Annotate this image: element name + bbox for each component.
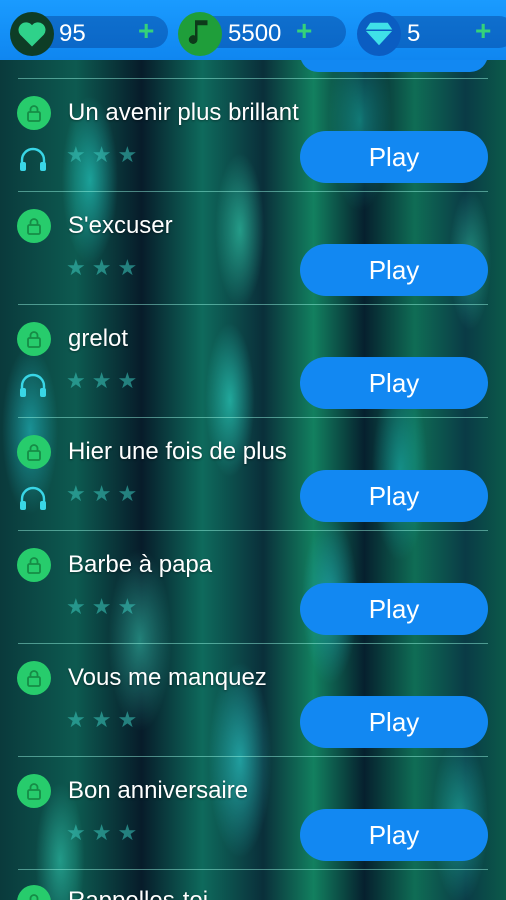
play-button[interactable]: Play (300, 357, 488, 409)
star-rating: ★ ★ ★ (66, 822, 137, 844)
song-list: Un avenir plus brillant ★ ★ ★ Play S'excus… (0, 78, 506, 869)
lock-icon (17, 435, 51, 469)
star-rating: ★ ★ ★ (66, 709, 137, 731)
play-button[interactable]: Play (300, 244, 488, 296)
star-icon: ★ (91, 820, 112, 845)
song-title: Rappelles-toi (68, 887, 208, 900)
song-row: Bon anniversaire ★ ★ ★ Play (0, 756, 506, 869)
gems-counter: 5 + (357, 12, 506, 56)
star-icon: ★ (91, 707, 112, 732)
song-title: S'excuser (68, 212, 173, 239)
star-icon: ★ (66, 481, 86, 506)
star-rating: ★ ★ ★ (66, 596, 137, 618)
heart-icon (10, 12, 54, 56)
play-button[interactable]: Play (300, 809, 488, 861)
song-row: S'excuser ★ ★ ★ Play (0, 191, 506, 304)
gems-value: 5 (407, 20, 421, 47)
headphone-icon (20, 486, 46, 510)
star-icon: ★ (66, 820, 86, 845)
song-row: grelot ★ ★ ★ Play (0, 304, 506, 417)
add-notes-button[interactable]: + (296, 15, 312, 47)
star-icon: ★ (91, 142, 112, 167)
headphone-icon (20, 373, 46, 397)
song-row-partial: Rappelles-toi (0, 869, 506, 900)
hearts-counter: 95 + (10, 12, 168, 56)
star-icon: ★ (91, 594, 112, 619)
song-title: grelot (68, 325, 129, 352)
star-icon: ★ (91, 255, 112, 280)
music-note-icon (178, 12, 222, 56)
song-row: Vous me manquez ★ ★ ★ Play (0, 643, 506, 756)
star-rating: ★ ★ ★ (66, 257, 137, 279)
play-button[interactable]: Play (300, 583, 488, 635)
song-title: Un avenir plus brillant (68, 99, 299, 126)
lock-icon (17, 661, 51, 695)
star-icon: ★ (66, 594, 86, 619)
lock-icon (17, 96, 51, 130)
add-gems-button[interactable]: + (475, 15, 491, 47)
song-row: Hier une fois de plus ★ ★ ★ Play (0, 417, 506, 530)
lock-icon (17, 774, 51, 808)
song-title: Hier une fois de plus (68, 438, 287, 465)
notes-counter: 5500 + (178, 12, 346, 56)
star-icon: ★ (66, 707, 86, 732)
star-rating: ★ ★ ★ (66, 144, 137, 166)
star-icon: ★ (91, 368, 112, 393)
notes-value: 5500 (228, 20, 282, 47)
star-icon: ★ (66, 255, 86, 280)
hearts-value: 95 (59, 20, 86, 47)
star-rating: ★ ★ ★ (66, 370, 137, 392)
star-icon: ★ (117, 481, 138, 506)
play-button[interactable]: Play (300, 470, 488, 522)
star-icon: ★ (117, 707, 138, 732)
diamond-icon (357, 12, 401, 56)
star-icon: ★ (66, 142, 86, 167)
star-icon: ★ (91, 481, 112, 506)
song-title: Barbe à papa (68, 551, 213, 578)
song-title: Bon anniversaire (68, 777, 249, 804)
lock-icon (17, 209, 51, 243)
song-title: Vous me manquez (68, 664, 267, 691)
headphone-icon (20, 147, 46, 171)
currency-bar: 95 + 5500 + 5 + (0, 0, 506, 60)
star-icon: ★ (117, 594, 138, 619)
lock-icon (17, 885, 51, 900)
star-icon: ★ (117, 142, 138, 167)
lock-icon (17, 548, 51, 582)
song-row: Barbe à papa ★ ★ ★ Play (0, 530, 506, 643)
play-button[interactable]: Play (300, 131, 488, 183)
star-icon: ★ (66, 368, 86, 393)
lock-icon (17, 322, 51, 356)
star-icon: ★ (117, 820, 138, 845)
star-icon: ★ (117, 368, 138, 393)
add-hearts-button[interactable]: + (138, 15, 154, 47)
song-row: Un avenir plus brillant ★ ★ ★ Play (0, 78, 506, 191)
star-rating: ★ ★ ★ (66, 483, 137, 505)
star-icon: ★ (117, 255, 138, 280)
play-button[interactable]: Play (300, 696, 488, 748)
